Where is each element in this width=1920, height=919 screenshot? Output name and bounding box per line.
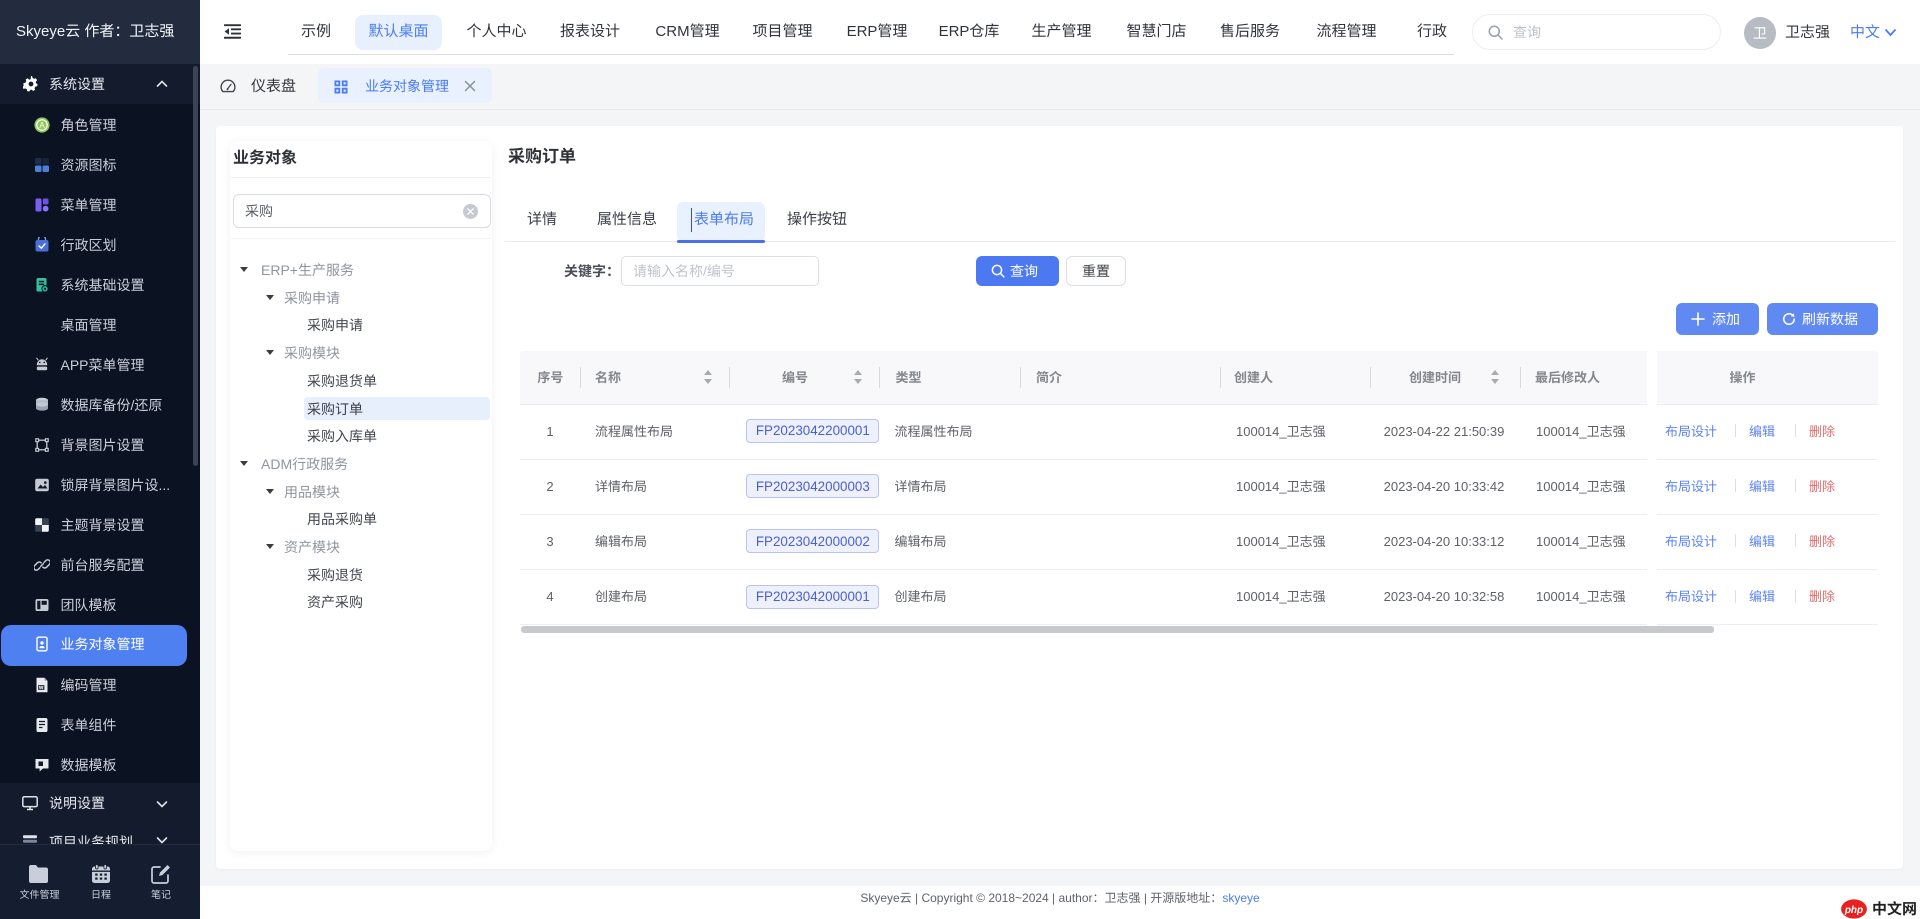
svg-text:A: A (39, 121, 45, 130)
svg-text:w: w (38, 685, 44, 691)
svg-text:php: php (1844, 905, 1863, 916)
